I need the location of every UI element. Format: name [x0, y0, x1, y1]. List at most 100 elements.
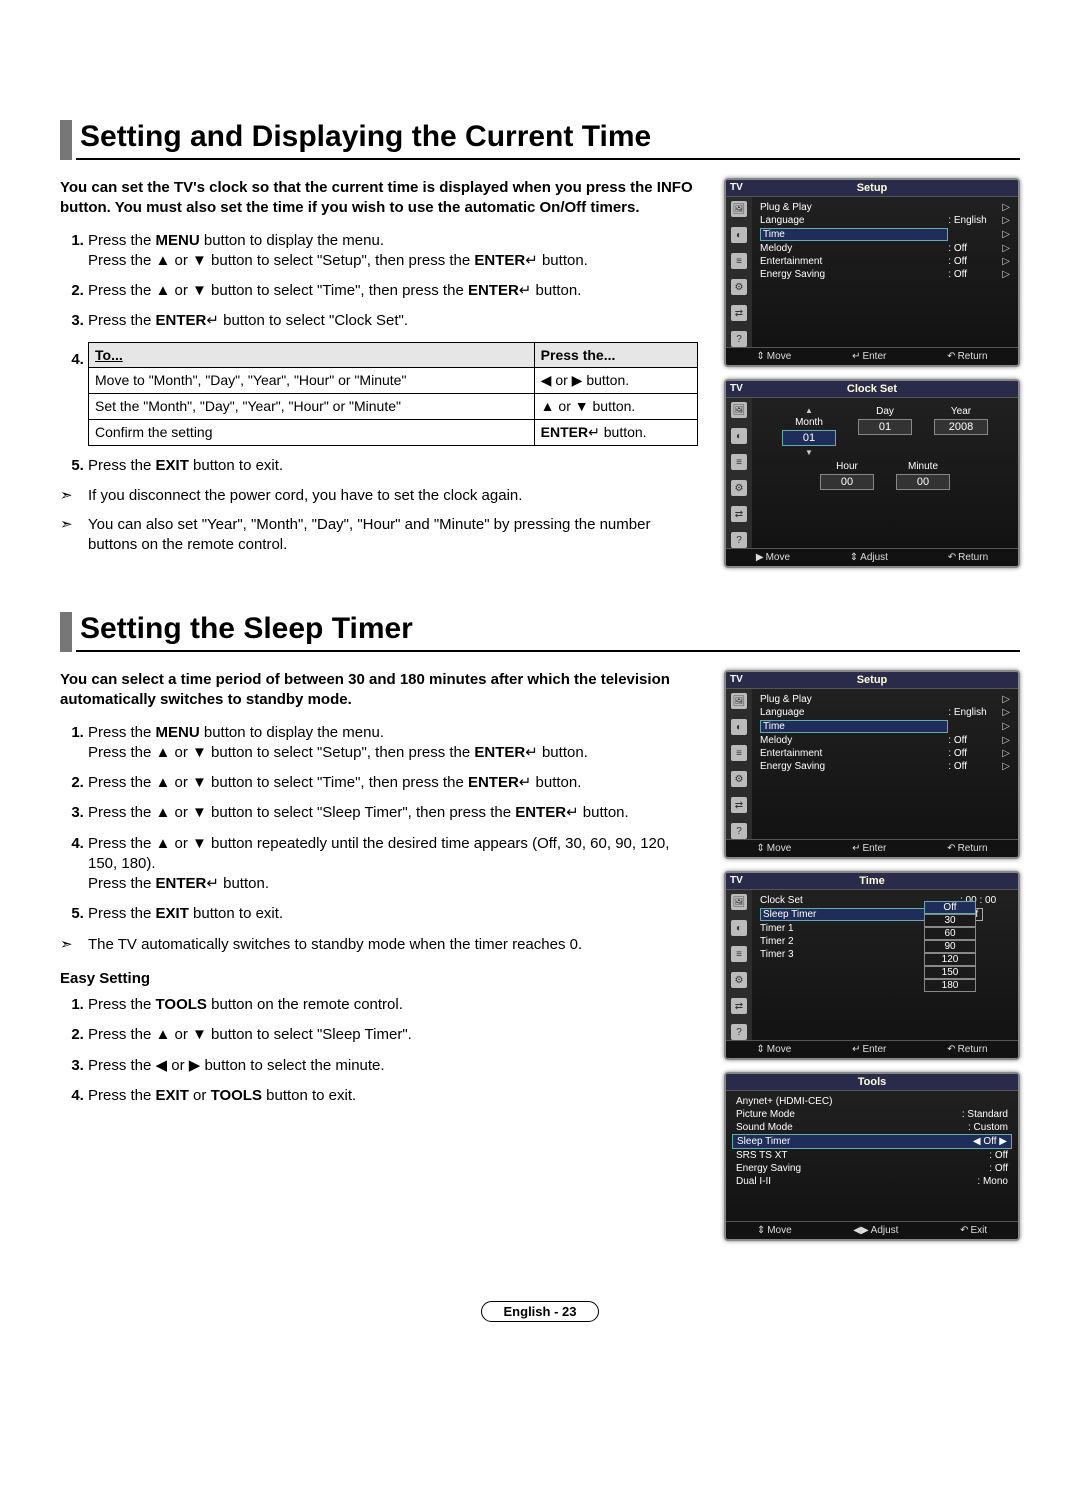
osd-setup-list: Plug & Play▷Language: English▷Time▷Melod… — [752, 689, 1018, 839]
heading-accent — [60, 612, 72, 652]
osd-tools-title: Tools — [726, 1074, 1018, 1091]
footer-return: Return — [948, 552, 988, 563]
picture-icon: 🖼 — [731, 402, 747, 418]
easy4-a: Press the — [88, 1087, 156, 1104]
osd-setup-footer: Move Enter Return — [726, 839, 1018, 857]
easy-steps: Press the TOOLS button on the remote con… — [60, 995, 698, 1106]
page-number: English - 23 — [481, 1301, 600, 1322]
s2-step1-c: Press the ▲ or ▼ button to select "Setup… — [88, 744, 474, 761]
channel-icon: ≡ — [731, 253, 747, 269]
sound-icon: ◐ — [731, 719, 747, 735]
s2-step4-b: Press the — [88, 875, 156, 892]
table-r3c2: ENTER↵ button. — [534, 420, 697, 446]
heading-sleep-timer: Setting the Sleep Timer — [76, 612, 1020, 652]
step3-a: Press the — [88, 312, 156, 329]
sound-icon: ◐ — [731, 227, 747, 243]
easy2: Press the ▲ or ▼ button to select "Sleep… — [88, 1026, 412, 1043]
tools-item: SRS TS XT: Off — [732, 1149, 1012, 1162]
table-r2c2: ▲ or ▼ button. — [534, 394, 697, 420]
sound-icon: ◐ — [731, 428, 747, 444]
s2-step2-enter: ENTER — [468, 774, 519, 791]
footer-adjust: Adjust — [850, 552, 888, 563]
s2-step5-b: button to exit. — [189, 905, 283, 922]
step2-b: button. — [531, 282, 581, 299]
osd-tools: Tools Anynet+ (HDMI-CEC)Picture Mode: St… — [724, 1072, 1020, 1241]
easy4-tools: TOOLS — [211, 1087, 262, 1104]
step3-b: button to select "Clock Set". — [219, 312, 408, 329]
footer-return: Return — [947, 1044, 987, 1055]
footer-enter: Enter — [852, 843, 886, 854]
dropdown-option: 60 — [924, 927, 976, 940]
s2-step5-a: Press the — [88, 905, 156, 922]
input-icon: ⇄ — [731, 797, 747, 813]
setup-icon: ⚙ — [731, 771, 747, 787]
clock-field: Hour00 — [820, 461, 874, 490]
osd-tv-label: TV — [730, 182, 743, 193]
step1-a: Press the — [88, 232, 156, 249]
osd-icon-strip: 🖼 ◐ ≡ ⚙ ⇄ ? — [726, 398, 752, 548]
menu-item: Language: English▷ — [758, 706, 1012, 719]
channel-icon: ≡ — [731, 946, 747, 962]
tools-item: Energy Saving: Off — [732, 1162, 1012, 1175]
s2-step2-a: Press the ▲ or ▼ button to select "Time"… — [88, 774, 468, 791]
input-icon: ⇄ — [731, 506, 747, 522]
osd-icon-strip: 🖼 ◐ ≡ ⚙ ⇄ ? — [726, 689, 752, 839]
step5-a: Press the — [88, 457, 156, 474]
footer-move: Move — [756, 351, 791, 362]
text-column-2: You can select a time period of between … — [60, 670, 698, 1116]
easy3: Press the ◀ or ▶ button to select the mi… — [88, 1057, 385, 1074]
tools-item: Dual I-II: Mono — [732, 1175, 1012, 1188]
s2-step1-a: Press the — [88, 724, 156, 741]
osd-tv-label: TV — [730, 875, 743, 886]
s2-step4-c: button. — [219, 875, 269, 892]
steps-sleep-timer: Press the MENU button to display the men… — [60, 723, 698, 925]
input-icon: ⇄ — [731, 998, 747, 1014]
s2-step3-b: button. — [579, 804, 629, 821]
easy-setting-heading: Easy Setting — [60, 969, 698, 989]
easy4-c: button to exit. — [262, 1087, 356, 1104]
dropdown-option: 180 — [924, 979, 976, 992]
easy1-tools: TOOLS — [156, 996, 207, 1013]
osd-time-footer: Move Enter Return — [726, 1040, 1018, 1058]
intro-current-time: You can set the TV's clock so that the c… — [60, 178, 698, 219]
heading-current-time: Setting and Displaying the Current Time — [76, 120, 1020, 160]
dropdown-option: Off — [924, 901, 976, 914]
steps-current-time: Press the MENU button to display the men… — [60, 231, 698, 477]
osd-clock-title: Clock Set — [726, 381, 1018, 398]
heading-bar: Setting and Displaying the Current Time — [60, 120, 1020, 160]
osd-setup: TV Setup 🖼 ◐ ≡ ⚙ ⇄ ? Plug & Play▷Languag… — [724, 178, 1020, 367]
osd-clock-set: TV Clock Set 🖼 ◐ ≡ ⚙ ⇄ ? Month01Day01Yea… — [724, 379, 1020, 568]
table-r3c1: Confirm the setting — [89, 420, 535, 446]
step2-enter: ENTER — [468, 282, 519, 299]
heading-accent — [60, 120, 72, 160]
s2-step5-exit: EXIT — [156, 905, 189, 922]
footer-enter: Enter — [852, 351, 886, 362]
channel-icon: ≡ — [731, 454, 747, 470]
menu-item: Plug & Play▷ — [758, 693, 1012, 706]
tools-item: Anynet+ (HDMI-CEC) — [732, 1095, 1012, 1108]
support-icon: ? — [731, 1024, 747, 1040]
page-footer: English - 23 — [60, 1301, 1020, 1322]
s2-step3-enter: ENTER — [515, 804, 566, 821]
osd-setup-footer: Move Enter Return — [726, 347, 1018, 365]
osd-setup-title: Setup — [726, 180, 1018, 197]
dropdown-option: 30 — [924, 914, 976, 927]
footer-return: Return — [947, 351, 987, 362]
footer-move: Move — [756, 552, 790, 563]
osd-setup-list: Plug & Play▷Language: English▷Time▷Melod… — [752, 197, 1018, 347]
menu-item: Time▷ — [758, 719, 1012, 734]
menu-item: Energy Saving: Off▷ — [758, 760, 1012, 773]
easy1-a: Press the — [88, 996, 156, 1013]
step1-c: Press the ▲ or ▼ button to select "Setup… — [88, 252, 474, 269]
sleep-timer-dropdown: Off306090120150180 — [924, 901, 976, 992]
support-icon: ? — [731, 823, 747, 839]
heading-bar: Setting the Sleep Timer — [60, 612, 1020, 652]
s2-step4-enter: ENTER — [156, 875, 207, 892]
footer-exit: Exit — [960, 1225, 987, 1236]
menu-item: Melody: Off▷ — [758, 242, 1012, 255]
table-r1c2: ◀ or ▶ button. — [534, 368, 697, 394]
menu-item: Time▷ — [758, 227, 1012, 242]
tools-item: Picture Mode: Standard — [732, 1108, 1012, 1121]
easy1-b: button on the remote control. — [207, 996, 403, 1013]
menu-item: Entertainment: Off▷ — [758, 747, 1012, 760]
